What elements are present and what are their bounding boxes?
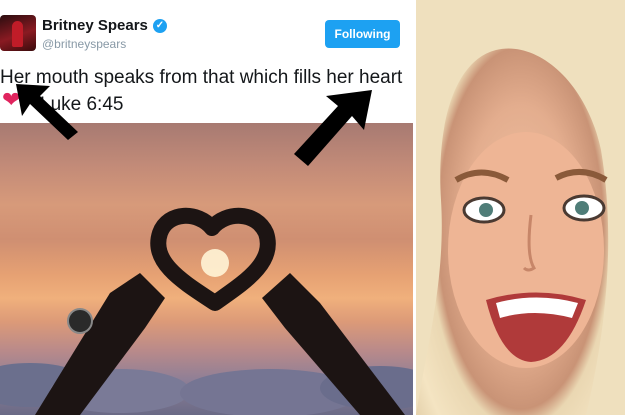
watch-shape [67, 308, 93, 334]
reaction-face-illustration [416, 0, 625, 415]
avatar[interactable] [0, 15, 36, 51]
user-name[interactable]: Britney Spears [42, 17, 148, 34]
reaction-gif [416, 0, 625, 415]
user-name-row[interactable]: Britney Spears ✓ [42, 17, 167, 34]
sun-shape [201, 249, 229, 277]
arrow-up-right-icon [294, 90, 372, 166]
user-handle[interactable]: @britneyspears [42, 37, 126, 51]
tweet-card: Britney Spears ✓ @britneyspears Followin… [0, 0, 413, 415]
arrow-up-left-icon [16, 84, 78, 140]
iris-left [479, 203, 493, 217]
following-button[interactable]: Following [325, 20, 400, 48]
iris-right [575, 201, 589, 215]
verified-badge-icon: ✓ [152, 18, 167, 33]
